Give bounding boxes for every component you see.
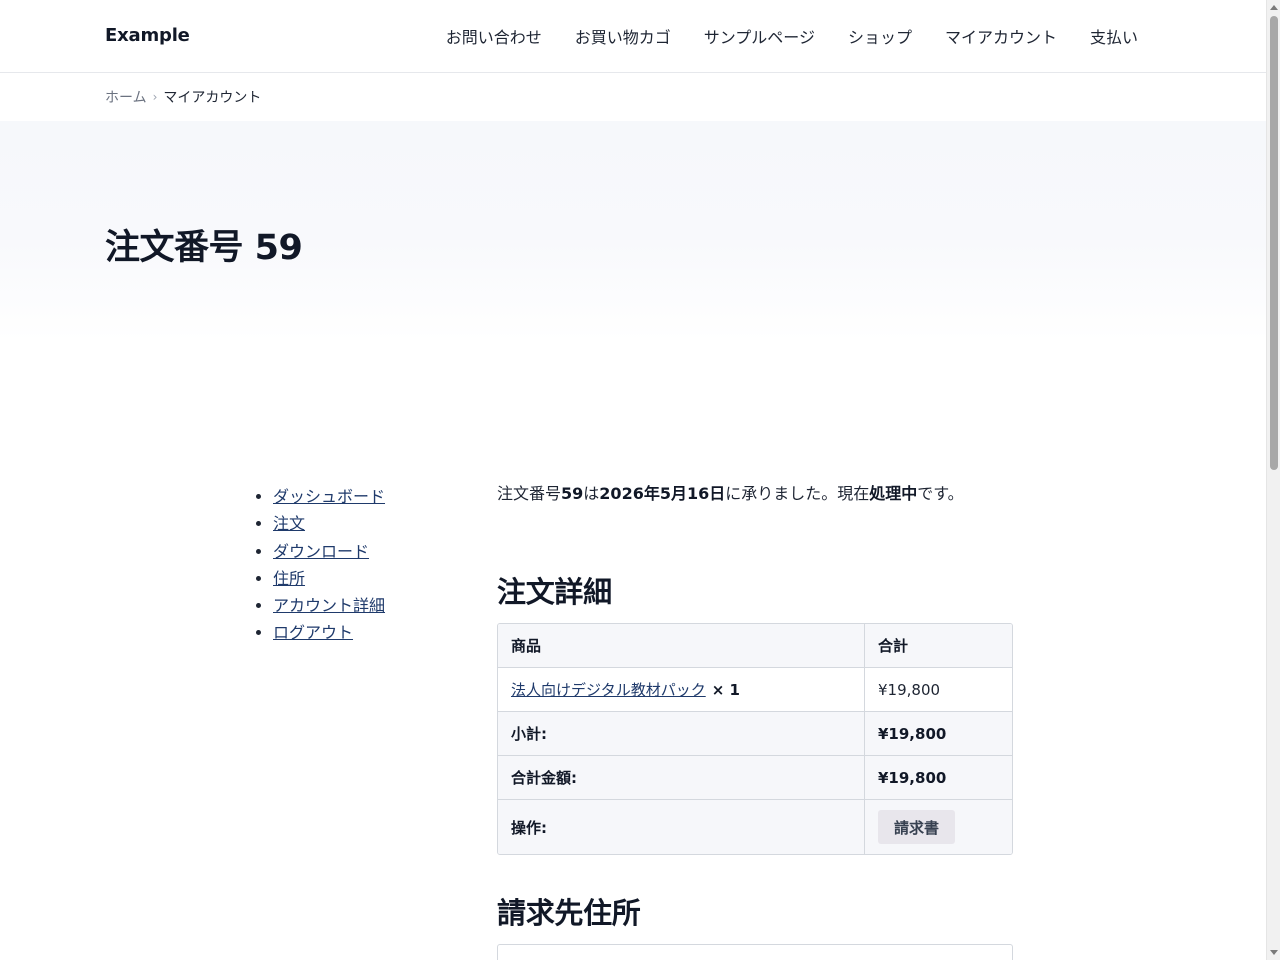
breadcrumb-separator-icon: ›: [152, 90, 158, 104]
account-nav-item: ダッシュボード: [273, 483, 385, 510]
order-details-title: 注文詳細: [497, 575, 612, 609]
product-link[interactable]: 法人向けデジタル教材パック: [511, 679, 706, 700]
summary-text: は: [583, 484, 600, 503]
nav-item-shop[interactable]: ショップ: [848, 24, 912, 48]
account-nav-addresses[interactable]: 住所: [273, 569, 305, 588]
scroll-down-arrow-icon[interactable]: [1270, 950, 1278, 955]
breadcrumb-current: マイアカウント: [163, 90, 262, 106]
main-nav: お問い合わせ お買い物カゴ サンプルページ ショップ マイアカウント 支払い: [446, 24, 1138, 48]
summary-text: 注文番号: [497, 484, 562, 503]
table-header-row: 商品 合計: [498, 624, 1012, 668]
billing-address-box: [497, 944, 1013, 960]
grand-total-value: ¥19,800: [878, 768, 947, 787]
scrollbar-thumb[interactable]: [1270, 16, 1278, 470]
nav-item-cart[interactable]: お買い物カゴ: [575, 24, 671, 48]
product-total: ¥19,800: [878, 680, 941, 699]
subtotal-label: 小計:: [498, 712, 865, 755]
nav-item-sample-page[interactable]: サンプルページ: [704, 24, 815, 48]
account-navigation: ダッシュボード 注文 ダウンロード 住所 アカウント詳細 ログアウト: [255, 483, 385, 647]
order-summary: 注文番号59は2026年5月16日に承りました。現在処理中です。: [497, 483, 1013, 505]
account-nav-account-details[interactable]: アカウント詳細: [273, 596, 385, 615]
breadcrumb-home[interactable]: ホーム: [105, 87, 147, 107]
account-nav-item: ログアウト: [273, 619, 385, 646]
column-header-total: 合計: [878, 637, 909, 655]
actions-cell: 請求書: [865, 800, 1012, 854]
column-header-product: 商品: [498, 624, 865, 667]
order-content: 注文番号59は2026年5月16日に承りました。現在処理中です。 注文詳細 商品…: [497, 483, 1013, 960]
account-nav-logout[interactable]: ログアウト: [273, 623, 353, 642]
order-date: 2026年5月16日: [599, 484, 726, 503]
table-row: 小計: ¥19,800: [498, 712, 1012, 756]
account-nav-orders[interactable]: 注文: [273, 514, 305, 533]
grand-total-label: 合計金額:: [498, 756, 865, 799]
invoice-button[interactable]: 請求書: [878, 810, 956, 844]
nav-item-my-account[interactable]: マイアカウント: [945, 24, 1057, 48]
product-quantity: × 1: [711, 680, 740, 699]
subtotal-value: ¥19,800: [878, 724, 947, 743]
breadcrumb: ホーム › マイアカウント: [105, 87, 261, 107]
summary-text: です。: [917, 484, 964, 503]
account-nav-item: ダウンロード: [273, 538, 385, 565]
account-nav-item: アカウント詳細: [273, 592, 385, 619]
account-nav-item: 注文: [273, 510, 385, 537]
table-row: 合計金額: ¥19,800: [498, 756, 1012, 800]
order-number: 59: [561, 484, 584, 503]
site-header: Example お問い合わせ お買い物カゴ サンプルページ ショップ マイアカウ…: [0, 0, 1266, 73]
order-details-table: 商品 合計 法人向けデジタル教材パック × 1 ¥19,800 小計: ¥19,…: [497, 623, 1013, 855]
billing-address-title: 請求先住所: [497, 896, 641, 930]
summary-text: に承りました。現在: [725, 484, 870, 503]
product-cell: 法人向けデジタル教材パック × 1: [498, 668, 865, 711]
table-row: 操作: 請求書: [498, 800, 1012, 854]
account-nav-item: 住所: [273, 565, 385, 592]
order-status: 処理中: [869, 484, 918, 503]
account-nav-downloads[interactable]: ダウンロード: [273, 542, 369, 561]
table-row: 法人向けデジタル教材パック × 1 ¥19,800: [498, 668, 1012, 712]
nav-item-contact[interactable]: お問い合わせ: [446, 24, 542, 48]
nav-item-checkout[interactable]: 支払い: [1090, 24, 1138, 48]
scroll-up-arrow-icon[interactable]: [1270, 5, 1278, 10]
account-nav-dashboard[interactable]: ダッシュボード: [273, 487, 385, 506]
actions-label: 操作:: [498, 800, 865, 854]
site-brand[interactable]: Example: [105, 25, 190, 46]
page-hero: 注文番号 59: [0, 121, 1266, 341]
page-title: 注文番号 59: [105, 228, 303, 268]
page-scrollbar[interactable]: [1266, 0, 1280, 960]
